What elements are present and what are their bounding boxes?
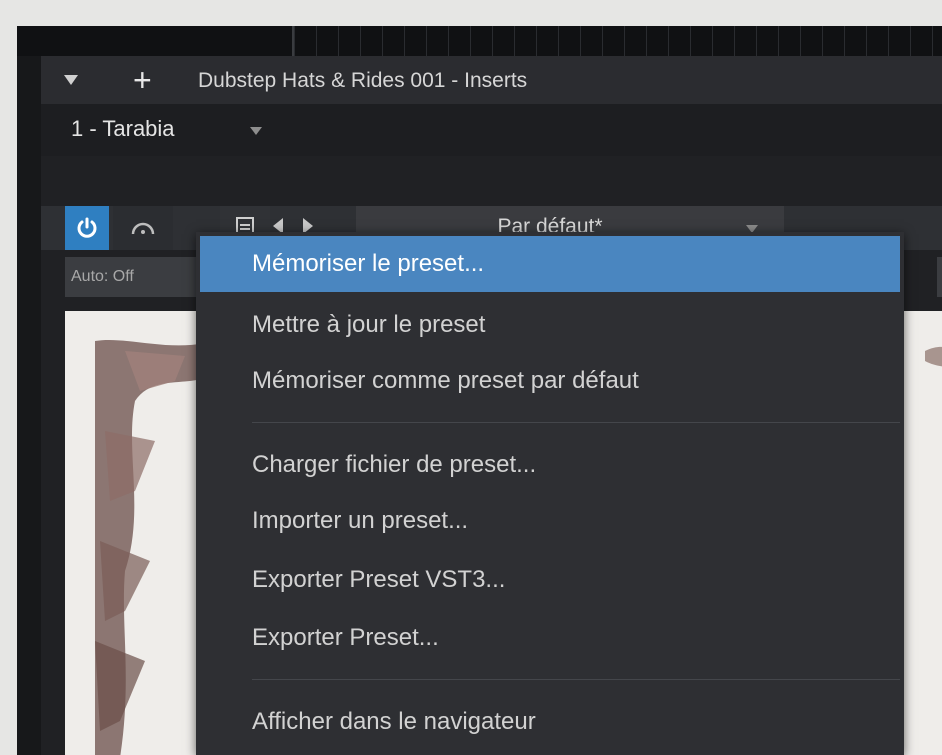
track-selector[interactable]: 1 - Tarabia xyxy=(59,108,287,152)
menu-item-load-preset-file[interactable]: Charger fichier de preset... xyxy=(196,437,904,493)
menu-item-update-preset[interactable]: Mettre à jour le preset xyxy=(196,297,904,353)
menu-item-store-preset[interactable]: Mémoriser le preset... xyxy=(200,236,900,292)
menu-separator xyxy=(252,422,900,423)
menu-item-export-vst3[interactable]: Exporter Preset VST3... xyxy=(196,552,904,608)
menu-item-export-preset[interactable]: Exporter Preset... xyxy=(196,610,904,666)
bypass-button[interactable] xyxy=(113,206,173,250)
left-edge xyxy=(17,56,41,755)
panel-title: Dubstep Hats & Rides 001 - Inserts xyxy=(198,69,528,92)
collapse-triangle-icon[interactable] xyxy=(64,75,78,85)
toolbar-right-button[interactable] xyxy=(937,257,942,297)
plus-icon[interactable]: + xyxy=(133,64,152,96)
preset-dropdown-menu: Mémoriser le preset... Mettre à jour le … xyxy=(196,232,904,755)
bypass-arc-icon xyxy=(131,222,155,235)
arrange-strip xyxy=(17,26,942,56)
power-icon xyxy=(77,217,97,238)
timeline-grid xyxy=(292,26,942,56)
menu-item-show-in-browser[interactable]: Afficher dans le navigateur xyxy=(196,694,904,750)
dropdown-triangle-icon xyxy=(250,127,262,135)
power-button[interactable] xyxy=(65,206,109,250)
automation-mode-button[interactable]: Auto: Off xyxy=(65,257,199,297)
track-label: 1 - Tarabia xyxy=(71,116,175,141)
menu-separator xyxy=(252,679,900,680)
panel-titlebar: + Dubstep Hats & Rides 001 - Inserts xyxy=(41,56,942,104)
menu-item-store-as-default[interactable]: Mémoriser comme preset par défaut xyxy=(196,353,904,409)
menu-item-import-preset[interactable]: Importer un preset... xyxy=(196,493,904,549)
